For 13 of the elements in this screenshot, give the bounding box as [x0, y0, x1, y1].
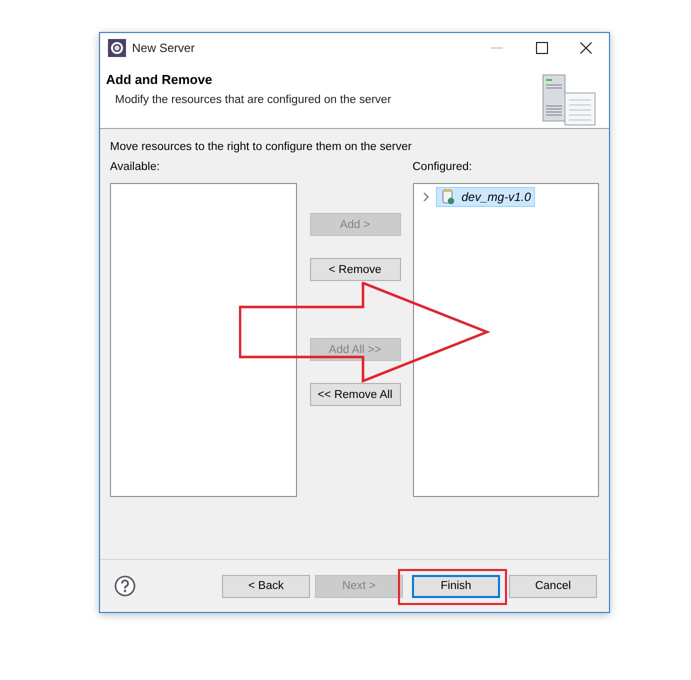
footer-button[interactable]: Cancel	[509, 574, 597, 598]
configured-list[interactable]: dev_mg-v1.0	[412, 183, 599, 497]
configured-label: Configured:	[412, 161, 473, 175]
page-description: Modify the resources that are configured on the server	[115, 94, 392, 106]
tree-item[interactable]: dev_mg-v1.0	[436, 187, 535, 207]
window-title: New Server	[132, 41, 195, 55]
page-title: Add and Remove	[106, 72, 214, 87]
footer-button[interactable]: < Back	[222, 574, 310, 598]
move-button[interactable]: < Remove	[310, 258, 400, 281]
move-button[interactable]: << Remove All	[310, 383, 400, 406]
available-label: Available:	[110, 161, 161, 175]
instruction-text: Move resources to the right to configure them on the server	[110, 141, 413, 153]
footer-button[interactable]: Finish	[412, 574, 500, 598]
